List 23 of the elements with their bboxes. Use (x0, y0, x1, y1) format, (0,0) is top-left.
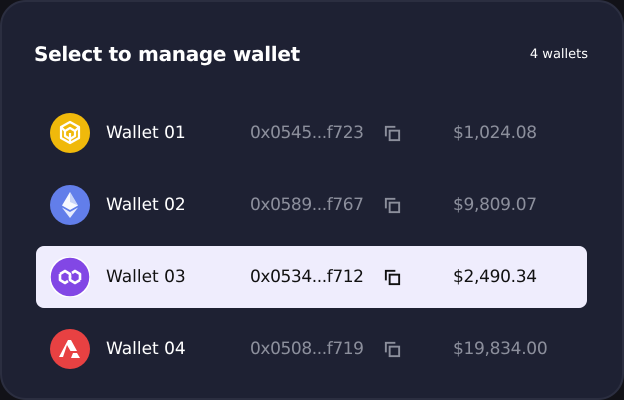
card-title: Select to manage wallet (34, 42, 300, 66)
wallet-name: Wallet 02 (106, 195, 187, 215)
wallet-name: Wallet 01 (106, 123, 187, 143)
wallet-balance: $2,490.34 (453, 267, 537, 287)
diamond-coin-icon (50, 185, 90, 225)
wallet-name: Wallet 04 (106, 339, 187, 359)
wallet-address: 0x0589...f767 (250, 195, 365, 215)
wallet-row[interactable]: Wallet 03 0x0534...f712 $2,490.34 (36, 246, 587, 308)
cube-coin-icon (50, 113, 90, 153)
copy-icon[interactable] (383, 268, 402, 286)
wallet-row[interactable]: Wallet 04 0x0508...f719 $19,834.00 (36, 318, 587, 380)
wallet-row[interactable]: Wallet 01 0x0545...f723 $1,024.08 (36, 102, 587, 164)
wallet-count: 4 wallets (530, 46, 588, 62)
wallet-address: 0x0508...f719 (250, 339, 365, 359)
wallet-row[interactable]: Wallet 02 0x0589...f767 $9,809.07 (36, 174, 587, 236)
triangle-coin-icon (50, 329, 90, 369)
wallet-address: 0x0534...f712 (250, 267, 365, 287)
wallet-name: Wallet 03 (106, 267, 187, 287)
wallet-balance: $9,809.07 (453, 195, 537, 215)
wallet-balance: $1,024.08 (453, 123, 537, 143)
wallet-balance: $19,834.00 (453, 339, 548, 359)
hexagon-link-coin-icon (50, 257, 90, 297)
wallet-address: 0x0545...f723 (250, 123, 365, 143)
